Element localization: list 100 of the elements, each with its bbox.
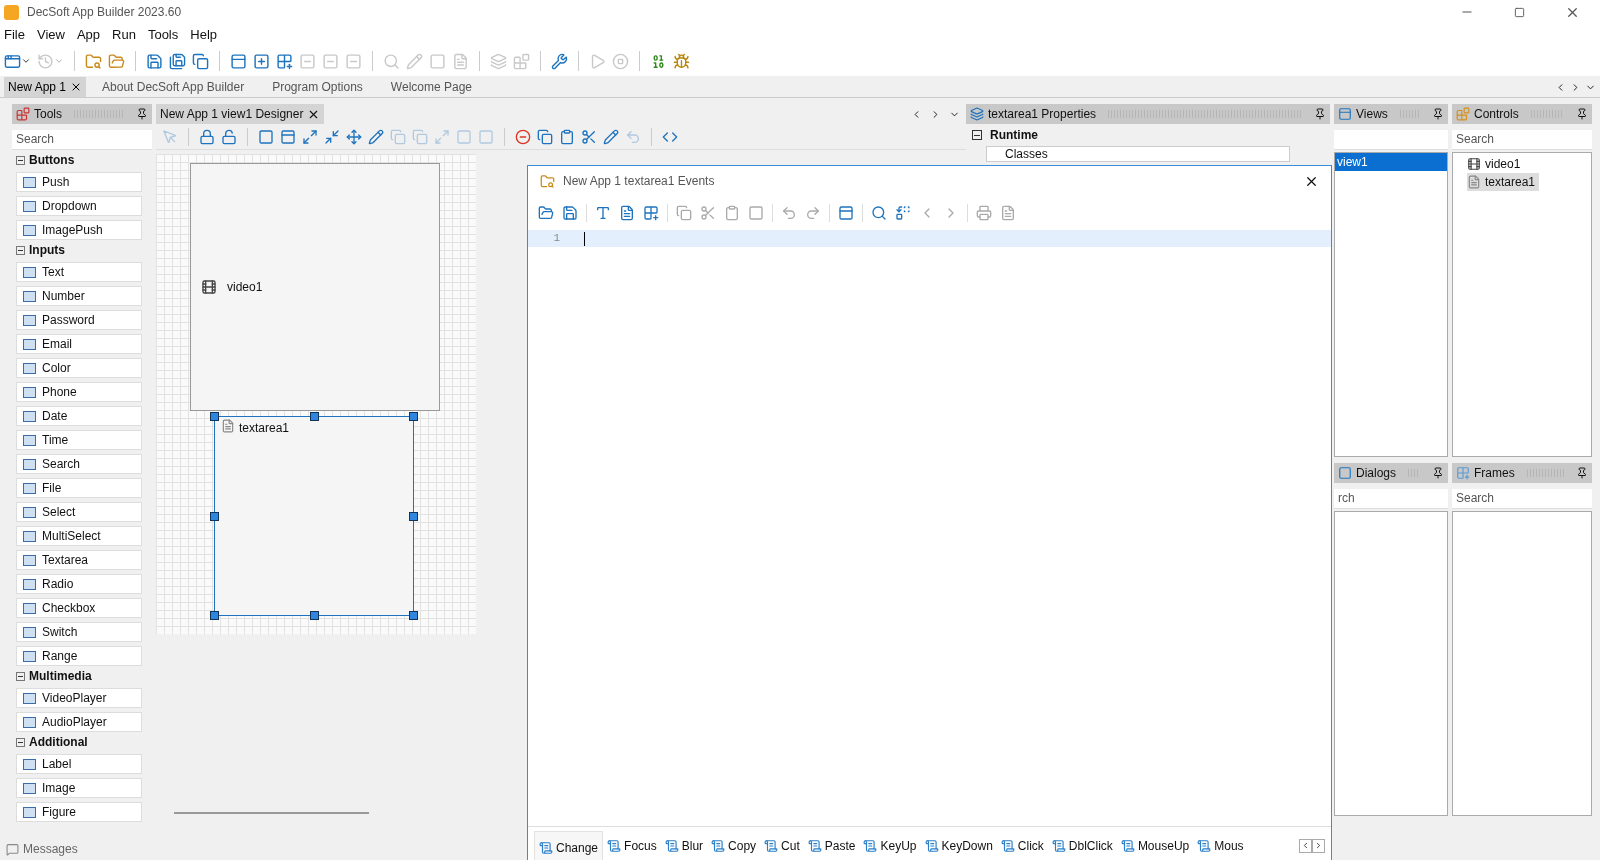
property-row[interactable]: Classes	[986, 146, 1290, 162]
tool-item[interactable]: Push	[16, 172, 142, 192]
scroll-left-button[interactable]	[1299, 838, 1312, 853]
event-tab[interactable]: Cut	[760, 830, 804, 860]
menu-item[interactable]: Tools	[147, 25, 179, 45]
tool-item[interactable]: Label	[16, 754, 142, 774]
editor-tool-icon[interactable]	[895, 205, 911, 221]
event-tab[interactable]: Click	[996, 830, 1048, 860]
menu-item[interactable]: Run	[112, 25, 136, 45]
editor-tool-icon[interactable]	[976, 205, 992, 221]
search-field[interactable]: Search	[12, 129, 152, 150]
designer-tool-icon[interactable]	[368, 128, 384, 145]
editor-tool-icon[interactable]	[781, 205, 797, 221]
resize-handle[interactable]	[210, 412, 219, 421]
search-field[interactable]: Search	[1452, 129, 1592, 150]
video-control[interactable]: video1	[190, 163, 440, 411]
resize-handle[interactable]	[310, 412, 319, 421]
designer-tool-icon[interactable]	[258, 128, 274, 145]
resize-handle[interactable]	[409, 611, 418, 620]
toolbar-button[interactable]	[551, 52, 568, 70]
textarea-control[interactable]: textarea1	[214, 416, 414, 616]
collapse-toggle[interactable]	[16, 671, 25, 681]
tool-item[interactable]: Checkbox	[16, 598, 142, 618]
event-tab[interactable]: Change	[534, 830, 604, 860]
editor-tool-icon[interactable]	[643, 205, 659, 221]
toolbar-button[interactable]	[253, 52, 270, 70]
tool-item[interactable]: ImagePush	[16, 220, 142, 240]
toolbar-button[interactable]	[108, 52, 125, 70]
tool-item[interactable]: Radio	[16, 574, 142, 594]
event-tab[interactable]: Focus	[603, 830, 661, 860]
tool-item[interactable]: Textarea	[16, 550, 142, 570]
designer-tool-icon[interactable]	[280, 128, 296, 145]
designer-tab[interactable]: New App 1 view1 Designer	[156, 104, 325, 124]
tool-item[interactable]: Text	[16, 262, 142, 282]
collapse-toggle[interactable]	[972, 130, 982, 140]
document-tab[interactable]: New App 1	[4, 77, 87, 97]
toolbar-button[interactable]	[673, 52, 690, 70]
document-tab[interactable]: Welcome Page	[378, 77, 484, 97]
tool-item[interactable]: Select	[16, 502, 142, 522]
toolbar-button[interactable]	[85, 52, 102, 70]
tool-item[interactable]: File	[16, 478, 142, 498]
view-item[interactable]: view1	[1335, 153, 1447, 171]
menu-item[interactable]: Help	[190, 25, 217, 45]
editor-tool-icon[interactable]	[838, 205, 854, 221]
caret-icon[interactable]	[21, 56, 31, 66]
tree-item[interactable]: video1	[1467, 155, 1525, 173]
tool-item[interactable]: Image	[16, 778, 142, 798]
pin-icon[interactable]	[136, 108, 148, 120]
collapse-toggle[interactable]	[16, 155, 25, 165]
pin-icon[interactable]	[1314, 108, 1326, 120]
resize-handle[interactable]	[409, 512, 418, 521]
editor-tool-icon[interactable]	[676, 205, 692, 221]
tool-item[interactable]: Figure	[16, 802, 142, 822]
document-tab[interactable]: About DecSoft App Builder	[90, 77, 257, 97]
designer-tool-icon[interactable]	[581, 128, 597, 145]
toolbar-button[interactable]	[230, 52, 247, 70]
tool-item[interactable]: Range	[16, 646, 142, 666]
restore-icon[interactable]	[1514, 6, 1525, 18]
designer-tool-icon[interactable]	[302, 128, 318, 145]
designer-tool-icon[interactable]	[221, 128, 237, 145]
event-tab[interactable]: Blur	[660, 830, 708, 860]
menu-item[interactable]: View	[36, 25, 65, 45]
resize-handle[interactable]	[409, 412, 418, 421]
tool-item[interactable]: Phone	[16, 382, 142, 402]
tool-item[interactable]: Switch	[16, 622, 142, 642]
toolbar-button[interactable]	[169, 52, 186, 70]
event-tab[interactable]: DblClick	[1047, 830, 1117, 860]
menu-item[interactable]: File	[4, 25, 25, 45]
tool-item[interactable]: Number	[16, 286, 142, 306]
editor-tool-icon[interactable]	[562, 205, 578, 221]
editor-tool-icon[interactable]	[871, 205, 887, 221]
menu-item[interactable]: App	[76, 25, 101, 45]
search-field[interactable]: rch	[1334, 488, 1448, 509]
tool-item[interactable]: Search	[16, 454, 142, 474]
designer-tool-icon[interactable]	[199, 128, 215, 145]
designer-tool-icon[interactable]	[559, 128, 575, 145]
event-tab[interactable]: KeyUp	[859, 830, 921, 860]
tool-item[interactable]: Password	[16, 310, 142, 330]
search-field[interactable]	[1334, 129, 1448, 150]
tool-item[interactable]: Date	[16, 406, 142, 426]
tool-item[interactable]: Dropdown	[16, 196, 142, 216]
tool-item[interactable]: Color	[16, 358, 142, 378]
designer-tool-icon[interactable]	[537, 128, 553, 145]
editor-tool-icon[interactable]	[724, 205, 740, 221]
resize-handle[interactable]	[210, 512, 219, 521]
designer-tool-icon[interactable]	[515, 128, 531, 145]
toolbar-button[interactable]	[146, 52, 163, 70]
resize-handle[interactable]	[310, 611, 319, 620]
event-tab[interactable]: Paste	[803, 830, 860, 860]
designer-tool-icon[interactable]	[603, 128, 619, 145]
collapse-toggle[interactable]	[16, 245, 25, 255]
event-tab[interactable]: Mous	[1193, 830, 1248, 860]
toolbar-button[interactable]	[276, 52, 293, 70]
collapse-toggle[interactable]	[16, 737, 25, 747]
document-tab[interactable]: Program Options	[260, 77, 375, 97]
designer-tool-icon[interactable]	[324, 128, 340, 145]
event-tab[interactable]: KeyDown	[920, 830, 997, 860]
tool-item[interactable]: AudioPlayer	[16, 712, 142, 732]
scroll-right-button[interactable]	[1312, 838, 1325, 853]
tool-item[interactable]: Email	[16, 334, 142, 354]
